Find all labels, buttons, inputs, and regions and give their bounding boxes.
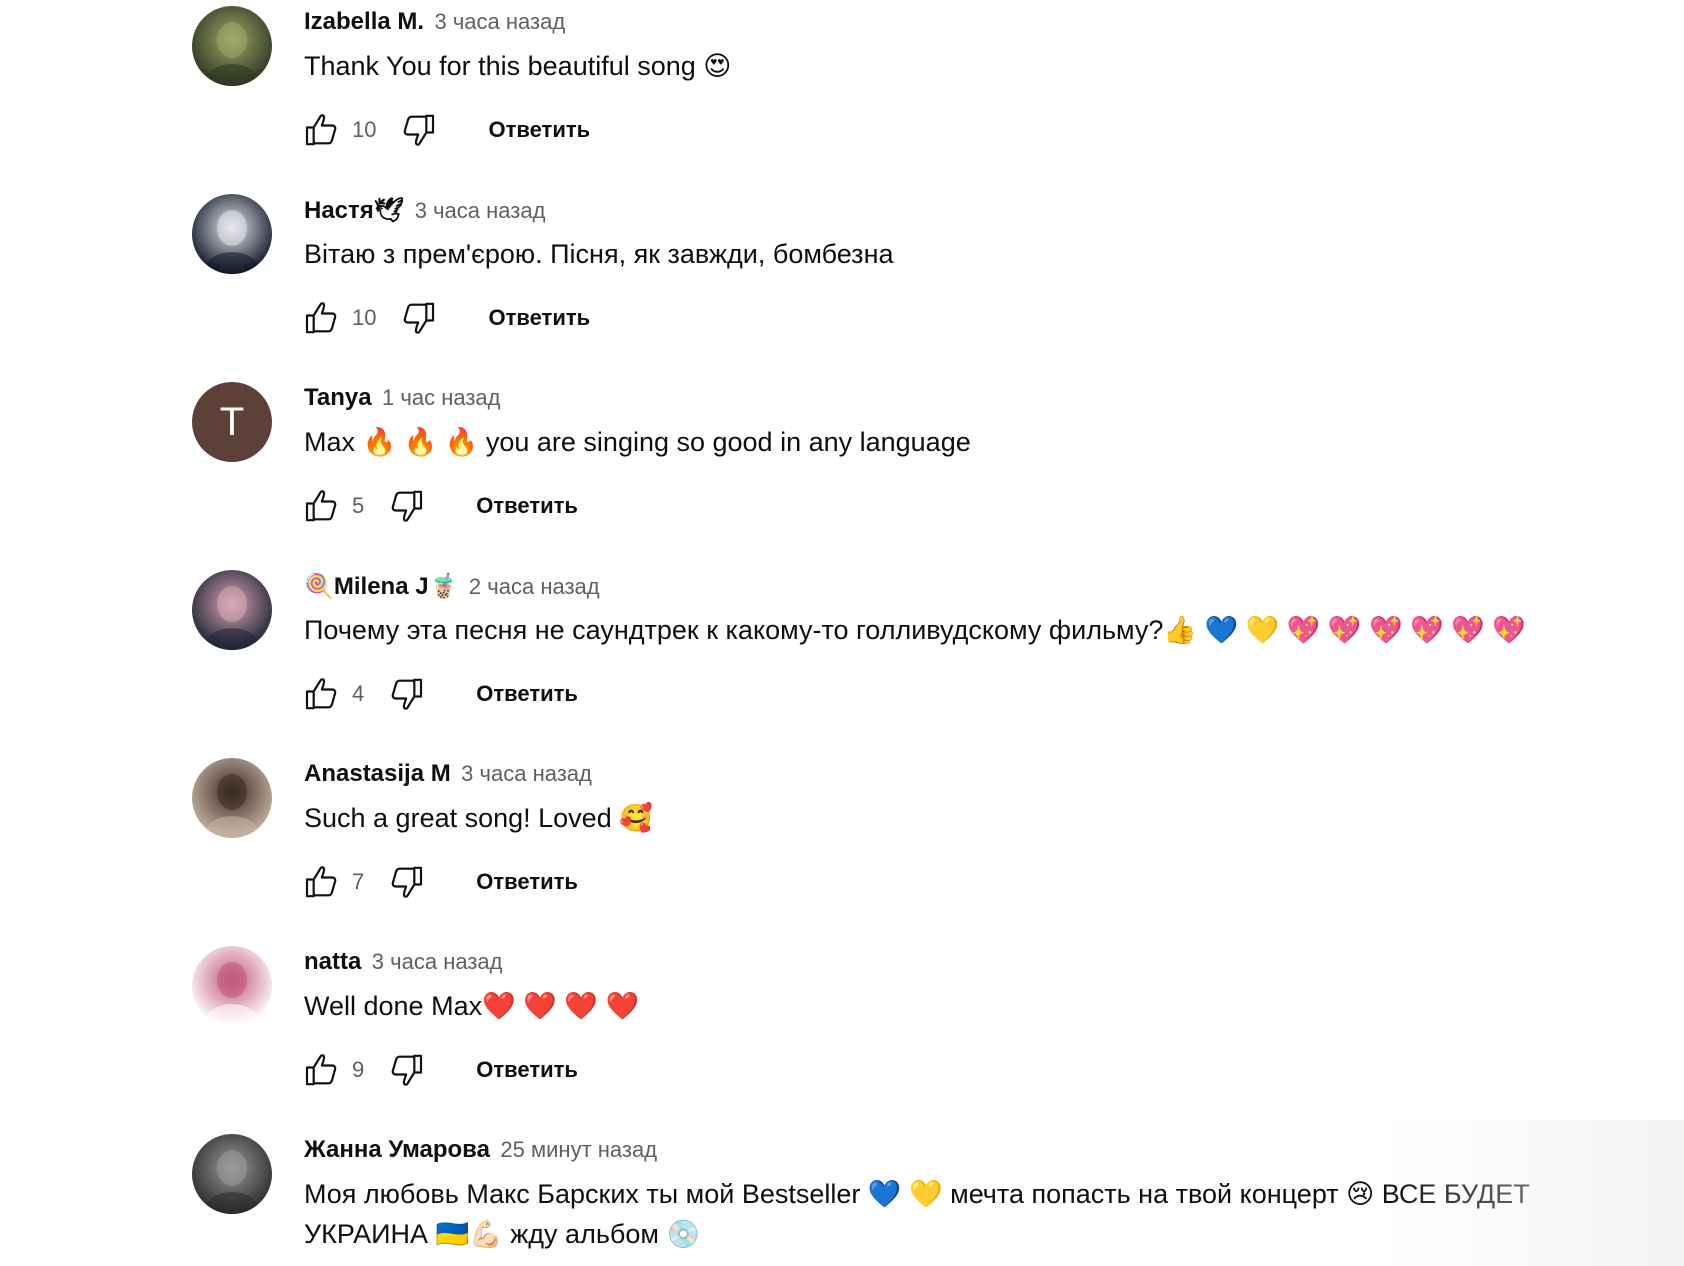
like-count: 5 bbox=[352, 493, 365, 518]
comment-author[interactable]: Настя🕊 bbox=[304, 197, 404, 224]
dislike-icon[interactable] bbox=[396, 296, 440, 340]
comment-time[interactable]: 3 часа назад bbox=[415, 198, 546, 223]
comment-actions: 4 Ответить bbox=[300, 672, 578, 716]
dislike-icon[interactable] bbox=[396, 108, 440, 152]
comment-actions: 10 Ответить bbox=[300, 296, 590, 340]
comment-text: Почему эта песня не саундтрек к какому-т… bbox=[304, 615, 1526, 645]
like-count: 4 bbox=[352, 681, 365, 706]
comment-text: Моя любовь Макс Барских ты мой Bestselle… bbox=[304, 1179, 1530, 1249]
comment-author[interactable]: Izabella M. bbox=[304, 8, 424, 35]
dislike-icon[interactable] bbox=[384, 1048, 428, 1092]
like-count: 10 bbox=[352, 117, 377, 142]
comment-text: Such a great song! Loved 🥰 bbox=[304, 803, 653, 833]
reply-button[interactable]: Ответить bbox=[476, 869, 578, 895]
comment-header: Izabella M. 3 часа назад bbox=[304, 8, 565, 36]
comment-author[interactable]: natta bbox=[304, 948, 361, 975]
comment-header: Жанна Умарова 25 минут назад bbox=[304, 1136, 657, 1164]
comment-text: Max 🔥 🔥 🔥 you are singing so good in any… bbox=[304, 427, 971, 457]
comment-actions: 5 Ответить bbox=[300, 484, 578, 528]
avatar-image bbox=[192, 758, 272, 838]
avatar[interactable] bbox=[192, 1134, 272, 1214]
avatar[interactable] bbox=[192, 6, 272, 86]
avatar[interactable] bbox=[192, 570, 272, 650]
comment-text: Well done Max❤️ ❤️ ❤️ ❤️ bbox=[304, 991, 640, 1021]
comment-time[interactable]: 3 часа назад bbox=[435, 9, 566, 34]
comment-text: Thank You for this beautiful song 😍 bbox=[304, 51, 732, 81]
avatar[interactable] bbox=[192, 758, 272, 838]
comment-actions: 9 Ответить bbox=[300, 1048, 578, 1092]
comment-time[interactable]: 2 часа назад bbox=[469, 574, 600, 599]
reply-button[interactable]: Ответить bbox=[488, 117, 590, 143]
comment-author[interactable]: Anastasija M bbox=[304, 760, 451, 787]
comment-actions: 10 Ответить bbox=[300, 108, 590, 152]
reply-button[interactable]: Ответить bbox=[476, 681, 578, 707]
comment-author[interactable]: Tanya bbox=[304, 384, 372, 411]
like-icon[interactable] bbox=[300, 108, 344, 152]
reply-button[interactable]: Ответить bbox=[476, 1057, 578, 1083]
avatar-image bbox=[192, 194, 272, 274]
avatar[interactable] bbox=[192, 946, 272, 1026]
reply-button[interactable]: Ответить bbox=[488, 305, 590, 331]
comment-header: Anastasija M 3 часа назад bbox=[304, 760, 592, 788]
comment-time[interactable]: 25 минут назад bbox=[500, 1137, 657, 1162]
avatar[interactable] bbox=[192, 194, 272, 274]
comment-time[interactable]: 3 часа назад bbox=[461, 761, 592, 786]
avatar-image bbox=[192, 1134, 272, 1214]
comment-time[interactable]: 3 часа назад bbox=[372, 949, 503, 974]
like-count: 7 bbox=[352, 869, 365, 894]
like-icon[interactable] bbox=[300, 672, 344, 716]
comment-time[interactable]: 1 час назад bbox=[382, 385, 500, 410]
comment-header: 🍭Milena J🧋 2 часа назад bbox=[304, 572, 600, 601]
dislike-icon[interactable] bbox=[384, 672, 428, 716]
like-icon[interactable] bbox=[300, 1048, 344, 1092]
comment-author[interactable]: Жанна Умарова bbox=[304, 1136, 490, 1163]
dislike-icon[interactable] bbox=[384, 484, 428, 528]
comment-text: Вітаю з прем'єрою. Пісня, як завжди, бом… bbox=[304, 239, 894, 269]
comment-header: Tanya 1 час назад bbox=[304, 384, 501, 412]
like-count: 9 bbox=[352, 1057, 365, 1082]
comment-author[interactable]: 🍭Milena J🧋 bbox=[304, 573, 458, 600]
comment-header: natta 3 часа назад bbox=[304, 948, 503, 976]
avatar-image bbox=[192, 6, 272, 86]
like-icon[interactable] bbox=[300, 484, 344, 528]
avatar-image bbox=[192, 946, 272, 1026]
avatar-image bbox=[192, 570, 272, 650]
avatar[interactable]: T bbox=[192, 382, 272, 462]
avatar-letter: T bbox=[219, 399, 245, 444]
dislike-icon[interactable] bbox=[384, 860, 428, 904]
reply-button[interactable]: Ответить bbox=[476, 493, 578, 519]
like-icon[interactable] bbox=[300, 296, 344, 340]
comment-actions: 7 Ответить bbox=[300, 860, 578, 904]
like-icon[interactable] bbox=[300, 860, 344, 904]
like-count: 10 bbox=[352, 305, 377, 330]
comment-header: Настя🕊 3 часа назад bbox=[304, 196, 545, 225]
